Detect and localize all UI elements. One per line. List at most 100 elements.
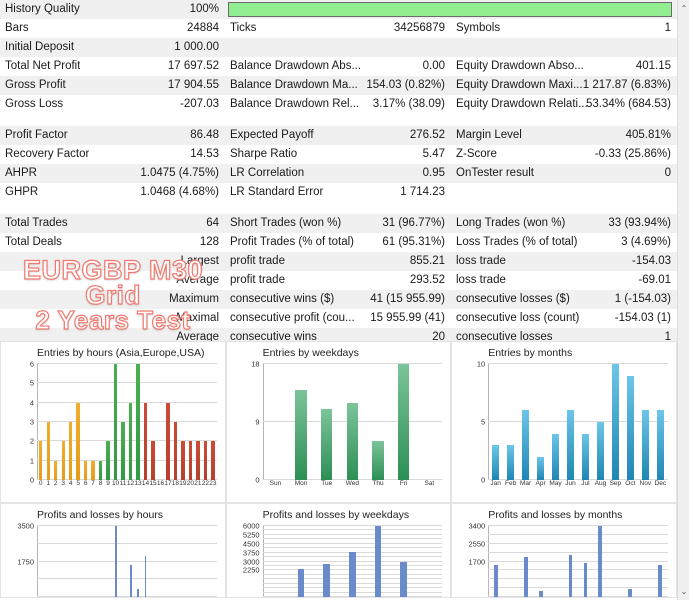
gridline bbox=[262, 533, 443, 535]
x-axis-tick-label: Tue bbox=[321, 480, 333, 487]
chart-bar bbox=[628, 588, 633, 597]
chart-5: Profits and losses by weekdays 2250 3000 37… bbox=[225, 503, 452, 598]
vertical-scrollbar[interactable]: ⌃ ⌄ bbox=[677, 0, 689, 600]
x-axis-tick-label: Jul bbox=[581, 480, 590, 487]
chart-1: Entries by hours (Asia,Europe,USA) 0 1 2 3 4 5… bbox=[0, 341, 226, 503]
x-axis-tick-label: Oct bbox=[625, 480, 636, 487]
chart-plot-area: 0 1 2 3 4 5 6 0 1 2 3 4 5 6 7 8 9 10 11 12 13 14 15 16 17 18 19 20 2… bbox=[30, 360, 217, 487]
chart-title: Entries by months bbox=[488, 347, 573, 359]
gridline bbox=[488, 587, 668, 589]
chart-plot-area: 0 9 18 Sun Mon Tue Wed Thu Fri Sat bbox=[251, 360, 443, 487]
x-axis-tick-label: Mon bbox=[294, 480, 308, 487]
y-axis-tick-label: 2 bbox=[29, 436, 34, 446]
stats-cell: Balance Drawdown Ma... 154.03 (0.82%) bbox=[225, 76, 451, 95]
x-axis-tick-label: 20 bbox=[186, 480, 195, 487]
stats-cell: Gross Profit 17 904.55 bbox=[0, 76, 225, 95]
stats-cell: Balance Drawdown Rel... 3.17% (38.09) bbox=[225, 95, 451, 114]
y-axis-tick-label: 0 bbox=[255, 475, 260, 485]
stats-cell: Total Deals 128 bbox=[0, 233, 225, 252]
gridline bbox=[37, 560, 217, 562]
stats-label: Long Trades (won %) bbox=[456, 217, 566, 229]
stats-row: Bars 24884 Ticks 34256879 Symbols 1 bbox=[0, 19, 677, 38]
stats-value: 0.00 bbox=[422, 60, 445, 72]
stats-label: Balance Drawdown Rel... bbox=[230, 98, 360, 110]
gridline bbox=[262, 525, 443, 526]
stats-value: 1.0475 (4.75%) bbox=[140, 167, 219, 179]
chart-bar bbox=[68, 422, 73, 480]
chart-title: Profits and losses by months bbox=[488, 509, 623, 521]
x-axis-tick-label: 17 bbox=[164, 480, 172, 487]
y-axis-tick-label: 4 bbox=[29, 398, 34, 408]
stats-label: Recovery Factor bbox=[5, 148, 90, 160]
chart-bar bbox=[323, 563, 331, 597]
x-axis-tick-label: May bbox=[549, 480, 562, 487]
stats-row: Maximum consecutive wins ($) 41 (15 955.99… bbox=[0, 290, 677, 309]
stats-row: AHPR 1.0475 (4.75%) LR Correlation 0.95 OnTe… bbox=[0, 164, 677, 183]
stats-label: Total Trades bbox=[5, 217, 68, 229]
gridline bbox=[37, 525, 217, 526]
stats-value: 5.47 bbox=[422, 148, 445, 160]
stats-value: 154.03 (0.82%) bbox=[366, 79, 445, 91]
stats-label: Bars bbox=[5, 22, 29, 34]
stats-label: Total Net Profit bbox=[5, 60, 81, 72]
gridline bbox=[488, 551, 668, 553]
stats-cell: Z-Score -0.33 (25.86%) bbox=[451, 145, 677, 164]
gridline bbox=[488, 533, 668, 535]
stats-value: 3 (4.69%) bbox=[621, 236, 671, 248]
stats-value: -0.33 (25.86%) bbox=[594, 148, 671, 160]
gridline bbox=[488, 578, 668, 580]
stats-label: Equity Drawdown Maxi... bbox=[456, 79, 583, 91]
chart-title: Profits and losses by hours bbox=[37, 509, 164, 521]
gridline bbox=[37, 542, 217, 544]
y-axis-tick-label: 9 bbox=[255, 417, 260, 427]
stats-label: profit trade bbox=[230, 255, 285, 267]
stats-label: Gross Profit bbox=[5, 79, 66, 91]
chart-title: Profits and losses by weekdays bbox=[262, 509, 410, 521]
history-quality-bar bbox=[228, 2, 672, 17]
stats-value: -207.03 bbox=[179, 98, 219, 110]
stats-label: consecutive profit (cou... bbox=[230, 312, 355, 324]
stats-row: Maximal consecutive profit (cou... 15 955.… bbox=[0, 309, 677, 328]
x-axis-tick-label: Nov bbox=[639, 480, 652, 487]
gridline bbox=[488, 560, 668, 562]
stats-row: GHPR 1.0468 (4.68%) LR Standard Error 1 714… bbox=[0, 183, 677, 202]
chart-4: Profits and losses by hours 1750 3500 bbox=[0, 503, 226, 598]
chart-plot-area: 1700 2550 3400 bbox=[469, 522, 668, 597]
chart-2: Entries by weekdays 0 9 18 Sun Mon Tue Wed Thu Fr… bbox=[225, 341, 452, 503]
stats-label: Sharpe Ratio bbox=[230, 148, 298, 160]
stats-value: 61 (95.31%) bbox=[382, 236, 445, 248]
stats-cell: Profit Factor 86.48 bbox=[0, 126, 225, 145]
gridline bbox=[37, 363, 217, 364]
gridline bbox=[37, 401, 217, 403]
stats-label: Margin Level bbox=[456, 129, 522, 141]
stats-value: 1 bbox=[664, 22, 671, 34]
x-axis-tick-label: Sun bbox=[269, 480, 282, 487]
x-axis-tick-label: 3 bbox=[61, 480, 65, 487]
scroll-down-arrow-icon[interactable]: ⌄ bbox=[678, 583, 689, 600]
chart-bar bbox=[151, 441, 155, 480]
x-axis-tick-label: 5 bbox=[76, 480, 80, 487]
stats-cell: Total Net Profit 17 697.52 bbox=[0, 57, 225, 76]
statistics-table: History Quality 100% Bars 24884 Ticks 3425687… bbox=[0, 0, 677, 347]
stats-cell: Total Trades 64 bbox=[0, 214, 225, 233]
stats-value: 276.52 bbox=[409, 129, 445, 141]
stats-cell: GHPR 1.0468 (4.68%) bbox=[0, 183, 225, 202]
y-axis-tick-label: 5250 bbox=[242, 530, 260, 540]
scroll-up-arrow-icon[interactable]: ⌃ bbox=[678, 0, 689, 17]
y-axis bbox=[37, 526, 38, 597]
chart-bar bbox=[114, 526, 117, 597]
chart-bar bbox=[568, 555, 573, 597]
chart-bar bbox=[598, 526, 603, 597]
stats-cell: LR Standard Error 1 714.23 bbox=[225, 183, 451, 202]
chart-bar bbox=[597, 422, 604, 480]
chart-bar bbox=[128, 402, 133, 480]
chart-bar bbox=[656, 410, 664, 480]
x-axis-tick-label: Dec bbox=[654, 480, 667, 487]
chart-bar bbox=[76, 402, 80, 480]
stats-label: Profit Trades (% of total) bbox=[230, 236, 354, 248]
x-axis-tick-label: 0 bbox=[38, 480, 43, 487]
chart-bar bbox=[583, 562, 588, 597]
stats-cell: Equity Drawdown Relati... 53.34% (684.53) bbox=[451, 95, 677, 114]
y-axis-tick-label: 5 bbox=[481, 417, 486, 427]
stats-value: 0.95 bbox=[422, 167, 445, 179]
